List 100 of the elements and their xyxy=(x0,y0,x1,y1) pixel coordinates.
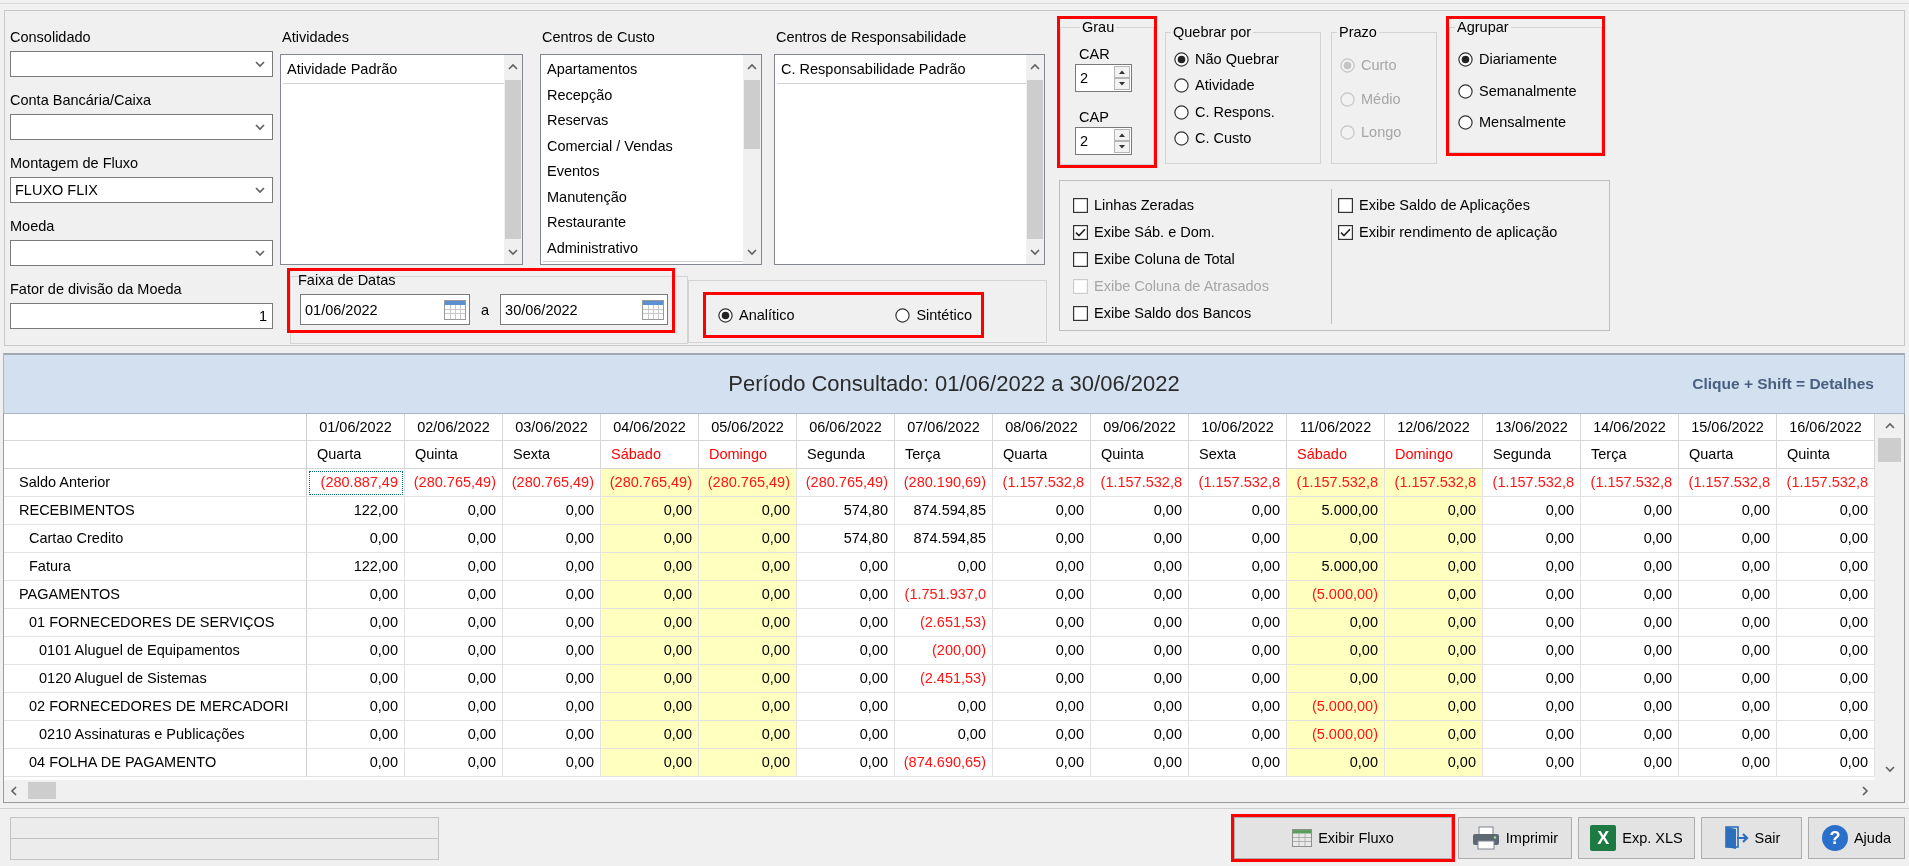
radio-label[interactable]: C. Custo xyxy=(1195,130,1252,148)
column-header[interactable]: 14/06/2022 xyxy=(1581,414,1679,441)
list-box[interactable]: Apartamentos Recepção Reservas Comercial / Vendas Eventos Manutenção Restaurante Administrativo xyxy=(540,54,762,265)
checkbox-label[interactable]: Exibe Saldo dos Bancos xyxy=(1094,305,1252,322)
checkbox[interactable] xyxy=(1338,225,1353,240)
list-item[interactable]: Apartamentos xyxy=(543,57,743,83)
chevron-up-icon[interactable] xyxy=(508,63,518,71)
column-header[interactable]: 05/06/2022 xyxy=(699,414,797,441)
column-header[interactable]: 02/06/2022 xyxy=(405,414,503,441)
list-item[interactable]: Manutenção xyxy=(543,184,743,210)
exit-button[interactable]: Sair xyxy=(1701,817,1802,859)
checkbox-label[interactable]: Exibir rendimento de aplicação xyxy=(1359,224,1558,241)
number-field[interactable]: 1 xyxy=(10,303,273,329)
triangle-down-icon[interactable] xyxy=(1114,78,1130,90)
scrollbar-thumb[interactable] xyxy=(744,80,760,149)
radio-label[interactable]: Mensalmente xyxy=(1479,114,1567,132)
radio-button[interactable] xyxy=(1458,51,1473,67)
export-button[interactable]: X Exp. XLS xyxy=(1578,817,1695,859)
checkbox[interactable] xyxy=(1073,225,1088,240)
column-header[interactable]: 15/06/2022 xyxy=(1679,414,1777,441)
chevron-down-icon[interactable] xyxy=(1884,765,1895,773)
checkbox-label[interactable]: Exibe Saldo de Aplicações xyxy=(1359,197,1530,214)
list-item[interactable]: Recepção xyxy=(543,82,743,108)
chevron-right-icon[interactable] xyxy=(1861,785,1869,796)
checkbox-label[interactable]: Exibe Sáb. e Dom. xyxy=(1094,224,1215,241)
chevron-left-icon[interactable] xyxy=(10,785,18,796)
checkbox[interactable] xyxy=(1073,198,1088,213)
spin-field[interactable]: 2 xyxy=(1075,64,1132,92)
column-header[interactable]: 01/06/2022 xyxy=(307,414,405,441)
list-box[interactable]: Atividade Padrão xyxy=(280,54,523,265)
column-header[interactable]: 12/06/2022 xyxy=(1385,414,1483,441)
column-header[interactable]: 07/06/2022 xyxy=(895,414,993,441)
radio-button[interactable] xyxy=(895,307,911,323)
triangle-down-icon[interactable] xyxy=(1114,141,1130,153)
dropdown-field[interactable] xyxy=(10,114,273,140)
radio-label[interactable]: Sintético xyxy=(916,306,972,324)
checkbox-label[interactable]: Linhas Zeradas xyxy=(1094,197,1194,214)
scrollbar[interactable] xyxy=(743,55,761,264)
radio-button[interactable] xyxy=(1458,115,1473,131)
column-header[interactable]: 03/06/2022 xyxy=(503,414,601,441)
dropdown-field[interactable] xyxy=(10,240,273,266)
show-flow-button[interactable]: Exibir Fluxo xyxy=(1234,817,1452,859)
list-item[interactable]: C. Responsabilidade Padrão xyxy=(777,57,1026,83)
chevron-down-icon[interactable] xyxy=(508,248,518,256)
triangle-up-icon[interactable] xyxy=(1114,129,1130,141)
radio-label[interactable]: Semanalmente xyxy=(1479,82,1577,100)
scrollbar-thumb[interactable] xyxy=(1027,80,1043,239)
chevron-up-icon[interactable] xyxy=(1030,63,1040,71)
scrollbar[interactable] xyxy=(504,55,522,264)
radio-button[interactable] xyxy=(718,307,733,323)
list-item[interactable]: Comercial / Vendas xyxy=(543,133,743,159)
column-header[interactable]: 08/06/2022 xyxy=(993,414,1091,441)
column-header[interactable]: 13/06/2022 xyxy=(1483,414,1581,441)
scrollbar[interactable] xyxy=(1026,55,1044,264)
chevron-down-icon[interactable] xyxy=(255,249,265,257)
checkbox[interactable] xyxy=(1073,252,1088,267)
chevron-down-icon[interactable] xyxy=(255,123,265,131)
list-item[interactable]: Eventos xyxy=(543,159,743,185)
chevron-up-icon[interactable] xyxy=(1884,422,1895,430)
print-button[interactable]: Imprimir xyxy=(1458,817,1572,859)
column-header[interactable]: 04/06/2022 xyxy=(601,414,699,441)
chevron-down-icon[interactable] xyxy=(747,248,757,256)
triangle-up-icon[interactable] xyxy=(1114,66,1130,78)
radio-label[interactable]: Diariamente xyxy=(1479,50,1558,68)
list-item[interactable]: Restaurante xyxy=(543,210,743,236)
chevron-down-icon[interactable] xyxy=(255,186,265,194)
chevron-down-icon[interactable] xyxy=(255,60,265,68)
radio-button[interactable] xyxy=(1174,78,1189,94)
radio-label[interactable]: Analítico xyxy=(739,306,795,324)
dropdown-field[interactable] xyxy=(10,51,273,77)
date-field[interactable]: 01/06/2022 xyxy=(300,294,470,325)
column-header[interactable]: 11/06/2022 xyxy=(1287,414,1385,441)
radio-button[interactable] xyxy=(1174,131,1189,147)
chevron-up-icon[interactable] xyxy=(747,63,757,71)
radio-button[interactable] xyxy=(1174,51,1189,67)
checkbox[interactable] xyxy=(1073,306,1088,321)
radio-button[interactable] xyxy=(1458,83,1473,99)
help-button[interactable]: ? Ajuda xyxy=(1808,817,1905,859)
dropdown-field[interactable]: FLUXO FLIX xyxy=(10,177,273,203)
column-header[interactable]: 06/06/2022 xyxy=(797,414,895,441)
scrollbar-thumb[interactable] xyxy=(28,782,56,799)
checkbox-label[interactable]: Exibe Coluna de Total xyxy=(1094,251,1235,268)
column-header[interactable]: 09/06/2022 xyxy=(1091,414,1189,441)
radio-label[interactable]: Atividade xyxy=(1195,77,1255,95)
radio-label[interactable]: C. Respons. xyxy=(1195,103,1275,121)
list-box[interactable]: C. Responsabilidade Padrão xyxy=(774,54,1045,265)
chevron-down-icon[interactable] xyxy=(1030,248,1040,256)
spin-field[interactable]: 2 xyxy=(1075,127,1132,155)
scrollbar-thumb[interactable] xyxy=(1878,438,1901,462)
scrollbar-thumb[interactable] xyxy=(505,80,521,239)
list-item[interactable]: Administrativo xyxy=(543,235,743,261)
list-item[interactable]: Atividade Padrão xyxy=(283,57,504,83)
calendar-icon[interactable] xyxy=(642,299,665,320)
date-field[interactable]: 30/06/2022 xyxy=(500,294,669,325)
calendar-icon[interactable] xyxy=(444,299,466,320)
checkbox[interactable] xyxy=(1338,198,1353,213)
list-item[interactable]: Reservas xyxy=(543,108,743,134)
radio-label[interactable]: Não Quebrar xyxy=(1195,50,1279,68)
radio-button[interactable] xyxy=(1174,104,1189,120)
column-header[interactable]: 10/06/2022 xyxy=(1189,414,1287,441)
